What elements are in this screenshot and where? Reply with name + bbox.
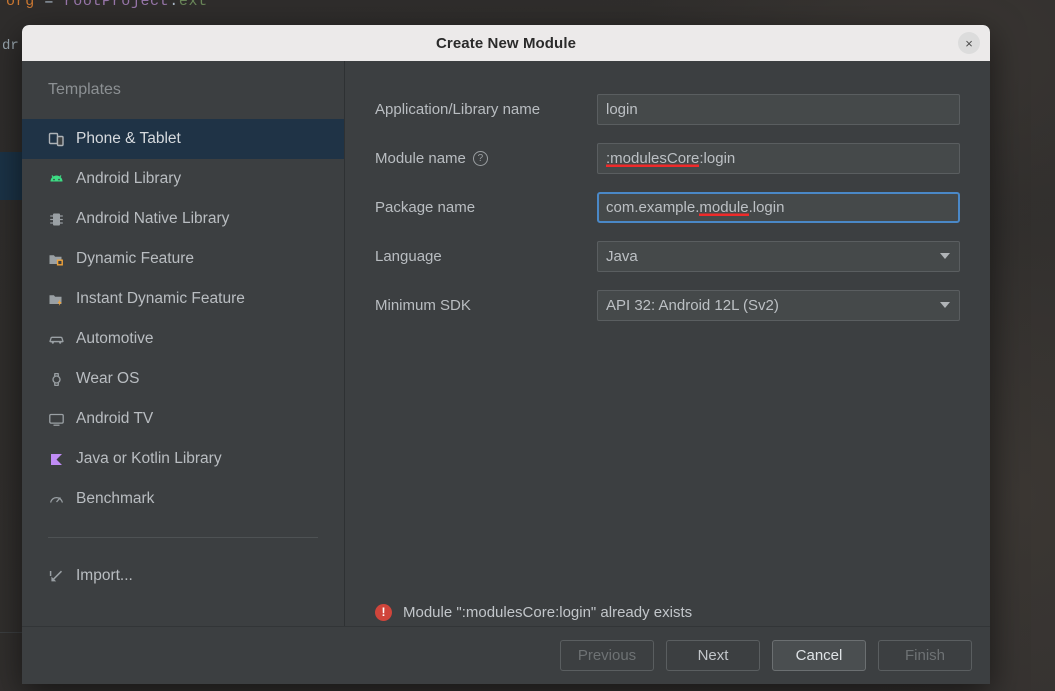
dialog-body: Templates Phone & Tablet Android Library… [22, 61, 990, 626]
language-dropdown[interactable]: Java [597, 240, 960, 272]
module-name-row: Module name ? :modulesCore:login [375, 140, 960, 176]
minimum-sdk-value: API 32: Android 12L (Sv2) [606, 296, 779, 314]
dialog-title: Create New Module [435, 34, 577, 52]
code-dot: . [169, 0, 179, 10]
language-label: Language [375, 247, 442, 265]
tv-monitor-icon [48, 411, 65, 428]
package-name-error-segment: module [699, 198, 749, 216]
templates-sidebar: Templates Phone & Tablet Android Library… [22, 61, 345, 626]
app-library-name-value: login [606, 100, 638, 118]
package-name-label: Package name [375, 198, 476, 216]
sidebar-item-label: Import... [76, 567, 133, 584]
module-form-panel: Application/Library name login Module na… [345, 61, 990, 626]
native-chip-icon [48, 211, 65, 228]
dynamic-feature-folder-icon [48, 251, 65, 268]
android-robot-icon [48, 171, 65, 188]
sidebar-item-label: Automotive [76, 330, 154, 347]
package-name-suffix: .login [748, 198, 785, 216]
module-name-input[interactable]: :modulesCore:login [597, 142, 960, 174]
sidebar-item-label: Dynamic Feature [76, 250, 195, 267]
finish-button[interactable]: Finish [878, 640, 972, 671]
package-name-row: Package name com.example.module.login [375, 189, 960, 225]
background-selection-bar [0, 152, 22, 200]
sidebar-item-label: Instant Dynamic Feature [76, 290, 245, 307]
sidebar-item-label: Java or Kotlin Library [76, 450, 222, 467]
module-name-label: Module name ? [375, 150, 597, 167]
import-arrow-icon [48, 568, 65, 585]
sidebar-item-label: Android TV [76, 410, 154, 427]
sidebar-item-automotive[interactable]: Automotive [22, 319, 344, 359]
validation-error: ! Module ":modulesCore:login" already ex… [375, 604, 692, 621]
package-name-input[interactable]: com.example.module.login [597, 191, 960, 223]
minimum-sdk-label: Minimum SDK [375, 296, 471, 314]
instant-feature-folder-icon [48, 291, 65, 308]
code-operator: = [44, 0, 55, 10]
sidebar-divider [48, 537, 318, 538]
benchmark-gauge-icon [48, 491, 65, 508]
module-name-label-text: Module name [375, 149, 466, 167]
package-name-value: com.example.module.login [606, 199, 784, 216]
app-library-name-row: Application/Library name login [375, 91, 960, 127]
background-divider [0, 632, 22, 633]
sidebar-item-instant-dynamic-feature[interactable]: Instant Dynamic Feature [22, 279, 344, 319]
app-library-name-input[interactable]: login [597, 93, 960, 125]
dialog-footer: Previous Next Cancel Finish [22, 626, 990, 684]
sidebar-item-benchmark[interactable]: Benchmark [22, 479, 344, 519]
sidebar-item-label: Android Library [76, 170, 182, 187]
sidebar-item-dynamic-feature[interactable]: Dynamic Feature [22, 239, 344, 279]
package-name-prefix: com.example. [606, 198, 700, 216]
sidebar-item-label: Wear OS [76, 370, 140, 387]
validation-error-message: Module ":modulesCore:login" already exis… [403, 604, 693, 621]
ide-desktop-background: org = rootProject.ext dr Create New Modu… [0, 0, 1055, 691]
background-code-line: org = rootProject.ext [6, 0, 208, 10]
templates-header: Templates [48, 81, 121, 98]
module-name-value: :modulesCore:login [606, 150, 735, 167]
app-library-name-label: Application/Library name [375, 100, 541, 118]
minimum-sdk-row: Minimum SDK API 32: Android 12L (Sv2) [375, 287, 960, 323]
sidebar-item-import[interactable]: Import... [22, 556, 344, 596]
background-side-text: dr [2, 38, 19, 54]
watch-icon [48, 371, 65, 388]
create-new-module-dialog: Create New Module × Templates Phone & Ta… [22, 25, 990, 684]
sidebar-item-android-library[interactable]: Android Library [22, 159, 344, 199]
language-value: Java [606, 247, 638, 265]
dialog-titlebar: Create New Module × [22, 25, 990, 61]
sidebar-item-label: Phone & Tablet [76, 130, 181, 147]
next-button[interactable]: Next [666, 640, 760, 671]
module-name-error-segment: :modulesCore [606, 149, 700, 167]
language-row: Language Java [375, 238, 960, 274]
code-property: ext [178, 0, 208, 10]
sidebar-item-label: Benchmark [76, 490, 155, 507]
sidebar-item-wear-os[interactable]: Wear OS [22, 359, 344, 399]
car-icon [48, 331, 65, 348]
code-keyword: org [6, 0, 35, 10]
sidebar-item-android-tv[interactable]: Android TV [22, 399, 344, 439]
phone-tablet-icon [48, 131, 65, 148]
close-icon[interactable]: × [958, 32, 980, 54]
sidebar-item-java-or-kotlin-library[interactable]: Java or Kotlin Library [22, 439, 344, 479]
sidebar-item-phone-tablet[interactable]: Phone & Tablet [22, 119, 344, 159]
kotlin-logo-icon [48, 451, 65, 468]
cancel-button[interactable]: Cancel [772, 640, 866, 671]
minimum-sdk-dropdown[interactable]: API 32: Android 12L (Sv2) [597, 289, 960, 321]
chevron-down-icon [940, 302, 950, 308]
sidebar-item-label: Android Native Library [76, 210, 230, 227]
sidebar-item-android-native-library[interactable]: Android Native Library [22, 199, 344, 239]
module-name-rest-segment: :login [699, 149, 736, 167]
previous-button[interactable]: Previous [560, 640, 654, 671]
code-identifier: rootProject [63, 0, 170, 10]
help-circle-icon[interactable]: ? [472, 150, 488, 166]
chevron-down-icon [940, 253, 950, 259]
error-circle-icon: ! [375, 604, 392, 621]
